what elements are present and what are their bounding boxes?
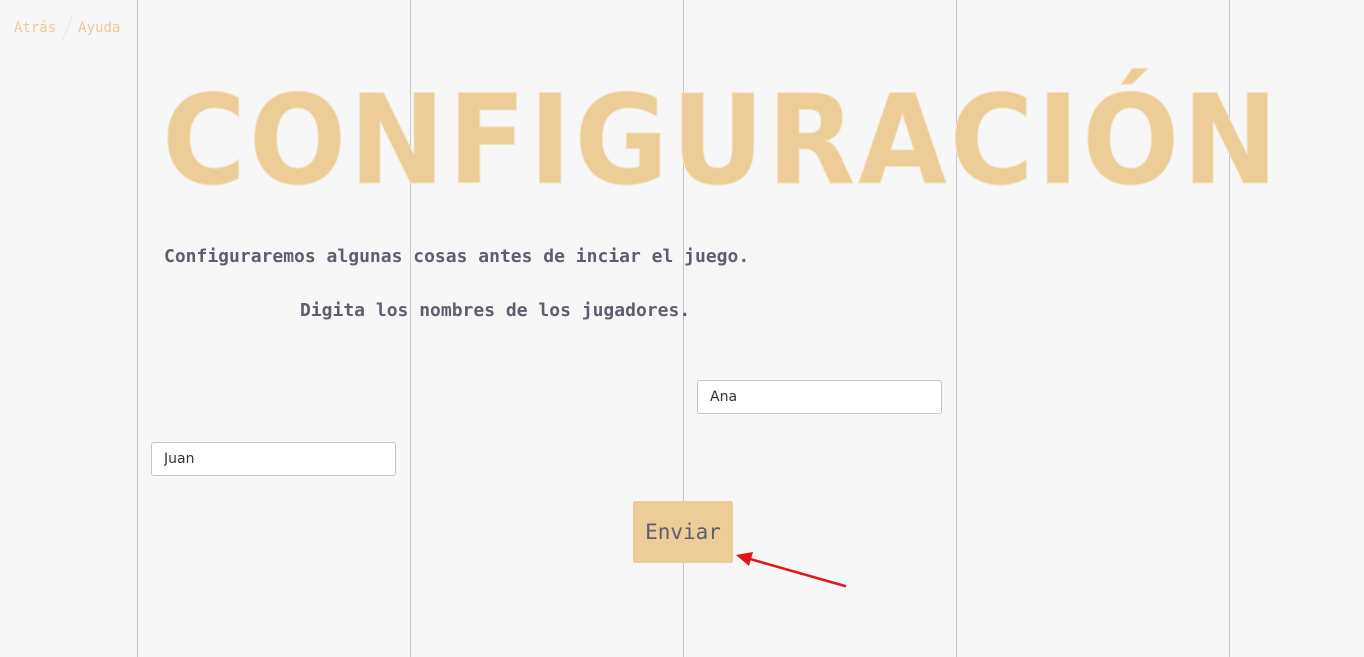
instruction-text: Digita los nombres de los jugadores. (300, 300, 691, 321)
breadcrumb-separator (62, 15, 73, 41)
page-title: CONFIGURACIÓN (162, 67, 1282, 213)
intro-text: Configuraremos algunas cosas antes de in… (164, 246, 750, 267)
player-1-name-input[interactable] (151, 442, 396, 476)
player-2-name-input[interactable] (697, 380, 942, 414)
submit-button[interactable]: Enviar (633, 501, 733, 563)
back-link[interactable]: Atrás (14, 20, 56, 36)
breadcrumb: Atrás Ayuda (14, 15, 120, 41)
help-link[interactable]: Ayuda (78, 20, 120, 36)
grid-line (137, 0, 138, 657)
